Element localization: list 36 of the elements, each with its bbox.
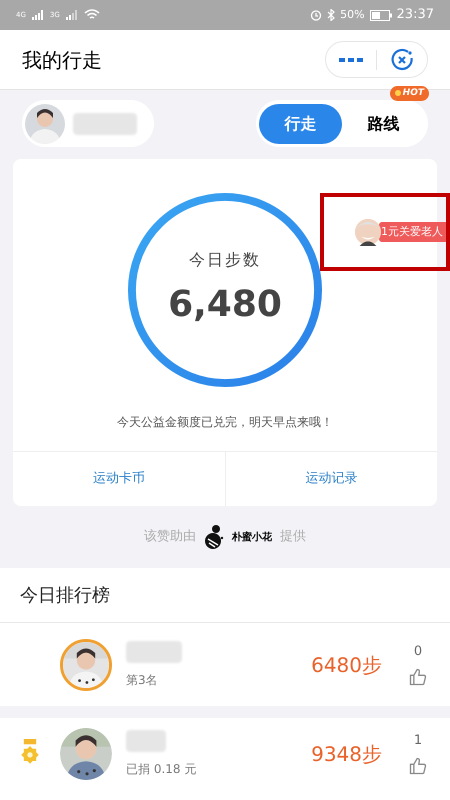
more-icon [339, 56, 363, 62]
section-title: 今日排行榜 [20, 584, 110, 608]
clock: 23:37 [396, 6, 434, 24]
steps-label: 今日步数 [189, 249, 261, 271]
bee-logo-icon [204, 524, 224, 550]
old-man-icon [354, 218, 382, 246]
bluetooth-icon [327, 9, 336, 21]
wifi-icon [84, 9, 100, 21]
brand-name: 朴蜜小花 [232, 530, 272, 544]
close-icon [390, 48, 414, 72]
alarm-icon [310, 9, 322, 21]
sponsor-text: 该赞助由 [144, 528, 196, 546]
blurred-name [126, 640, 182, 662]
battery-icon [370, 10, 392, 20]
page-title: 我的行走 [22, 46, 102, 74]
promo-tag[interactable]: 1元关爱老人 [379, 222, 446, 242]
battery-percent: 50% [340, 6, 365, 23]
signal-icon [66, 10, 78, 20]
thumbs-up-icon[interactable] [408, 667, 428, 688]
quota-notice: 今天公益金额度已兑完，明天早点来哦！ [116, 414, 334, 431]
mode-tab[interactable]: 行走 [259, 104, 342, 144]
row-subtitle: 第3名 [126, 672, 159, 688]
blurred-name [73, 112, 137, 134]
row-subtitle: 已捐 0.18 元 [126, 760, 198, 778]
card-action[interactable]: 运动卡币 [13, 452, 224, 506]
like-count: 0 [414, 642, 422, 661]
card-action[interactable]: 运动记录 [224, 452, 437, 506]
step-count: 6480步 [311, 652, 382, 678]
thumbs-up-icon[interactable] [408, 756, 428, 776]
sponsor-text: 提供 [280, 528, 306, 546]
hot-badge: HOT [390, 86, 429, 101]
blurred-name [126, 730, 166, 752]
steps-count: 6,480 [168, 283, 282, 327]
signal-icon [32, 10, 44, 20]
like-count: 1 [414, 732, 422, 750]
step-count: 9348步 [311, 740, 382, 768]
